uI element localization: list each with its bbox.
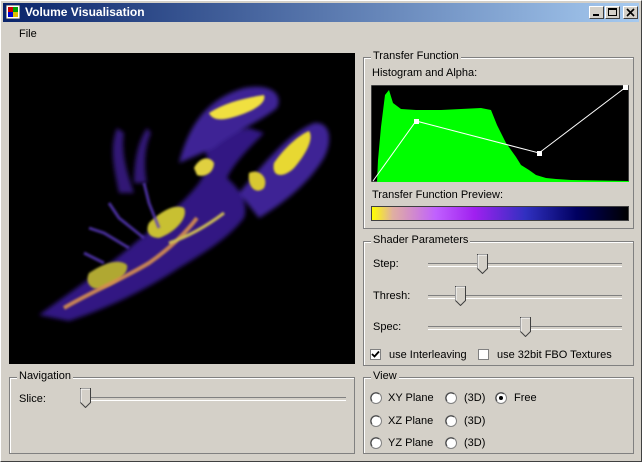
interleaving-label: use Interleaving [389,349,467,361]
fbo-label: use 32bit FBO Textures [497,349,612,361]
slider-thumb[interactable] [477,254,488,274]
main-window: Volume Visualisation File Transfer Funct… [0,0,642,462]
fbo-checkbox[interactable] [478,349,489,360]
histogram-alpha-editor[interactable] [371,85,629,182]
maximize-button[interactable] [605,6,620,19]
check-mark-icon [371,350,380,358]
interleaving-checkbox[interactable] [370,349,381,360]
xy-3d-label: (3D) [464,392,486,404]
menu-file[interactable]: File [19,28,37,40]
spec-label: Spec: [373,321,402,333]
radio-xz-3d[interactable] [445,415,457,427]
navigation-title: Navigation [17,370,73,382]
radio-xy-3d[interactable] [445,392,457,404]
alpha-control-point[interactable] [537,151,542,156]
window-title: Volume Visualisation [25,5,145,19]
radio-yz-plane[interactable] [370,437,382,449]
maximize-icon [608,8,617,16]
thresh-label: Thresh: [373,290,411,302]
radio-free[interactable] [495,392,507,404]
slice-slider-track [80,397,346,401]
shader-parameters-group: Shader Parameters Step: Thresh: Spec: us… [363,234,634,366]
title-bar[interactable]: Volume Visualisation [3,3,639,22]
alpha-control-point[interactable] [414,119,419,124]
view-title: View [371,370,399,382]
slider-thumb[interactable] [520,317,531,337]
lobster-volume-render [39,86,330,321]
histogram-label: Histogram and Alpha: [372,67,478,79]
close-button[interactable] [623,6,638,19]
close-icon [626,8,635,17]
yz-plane-label: YZ Plane [388,437,434,449]
menu-bar: File [3,24,639,44]
slice-label: Slice: [19,393,46,405]
slider-thumb[interactable] [80,388,91,408]
xz-plane-label: XZ Plane [388,415,434,427]
step-slider-track [428,263,622,267]
transfer-function-preview-bar [371,206,629,221]
minimize-icon [593,14,599,16]
radio-xz-plane[interactable] [370,415,382,427]
free-label: Free [514,392,537,404]
step-label: Step: [373,258,399,270]
histogram-bars [377,90,629,182]
transfer-function-title: Transfer Function [371,50,461,62]
navigation-group: Navigation Slice: [9,370,355,454]
alpha-curve [372,86,627,182]
step-slider[interactable] [428,254,622,276]
slice-slider[interactable] [80,388,346,410]
yz-3d-label: (3D) [464,437,486,449]
spec-slider[interactable] [428,317,622,339]
shader-parameters-title: Shader Parameters [371,234,471,246]
view-group: View XY Plane (3D) Free XZ Plane (3D) YZ… [363,370,634,454]
radio-xy-plane[interactable] [370,392,382,404]
thresh-slider[interactable] [428,286,622,308]
slider-thumb[interactable] [455,286,466,306]
radio-yz-3d[interactable] [445,437,457,449]
app-icon [6,5,20,19]
spec-slider-track [428,326,622,330]
minimize-button[interactable] [589,6,604,19]
xz-3d-label: (3D) [464,415,486,427]
xy-plane-label: XY Plane [388,392,434,404]
preview-label: Transfer Function Preview: [372,189,504,201]
thresh-slider-track [428,295,622,299]
transfer-function-group: Transfer Function Histogram and Alpha: T… [363,50,634,229]
alpha-control-point[interactable] [623,85,628,90]
volume-render-view[interactable] [9,53,355,364]
